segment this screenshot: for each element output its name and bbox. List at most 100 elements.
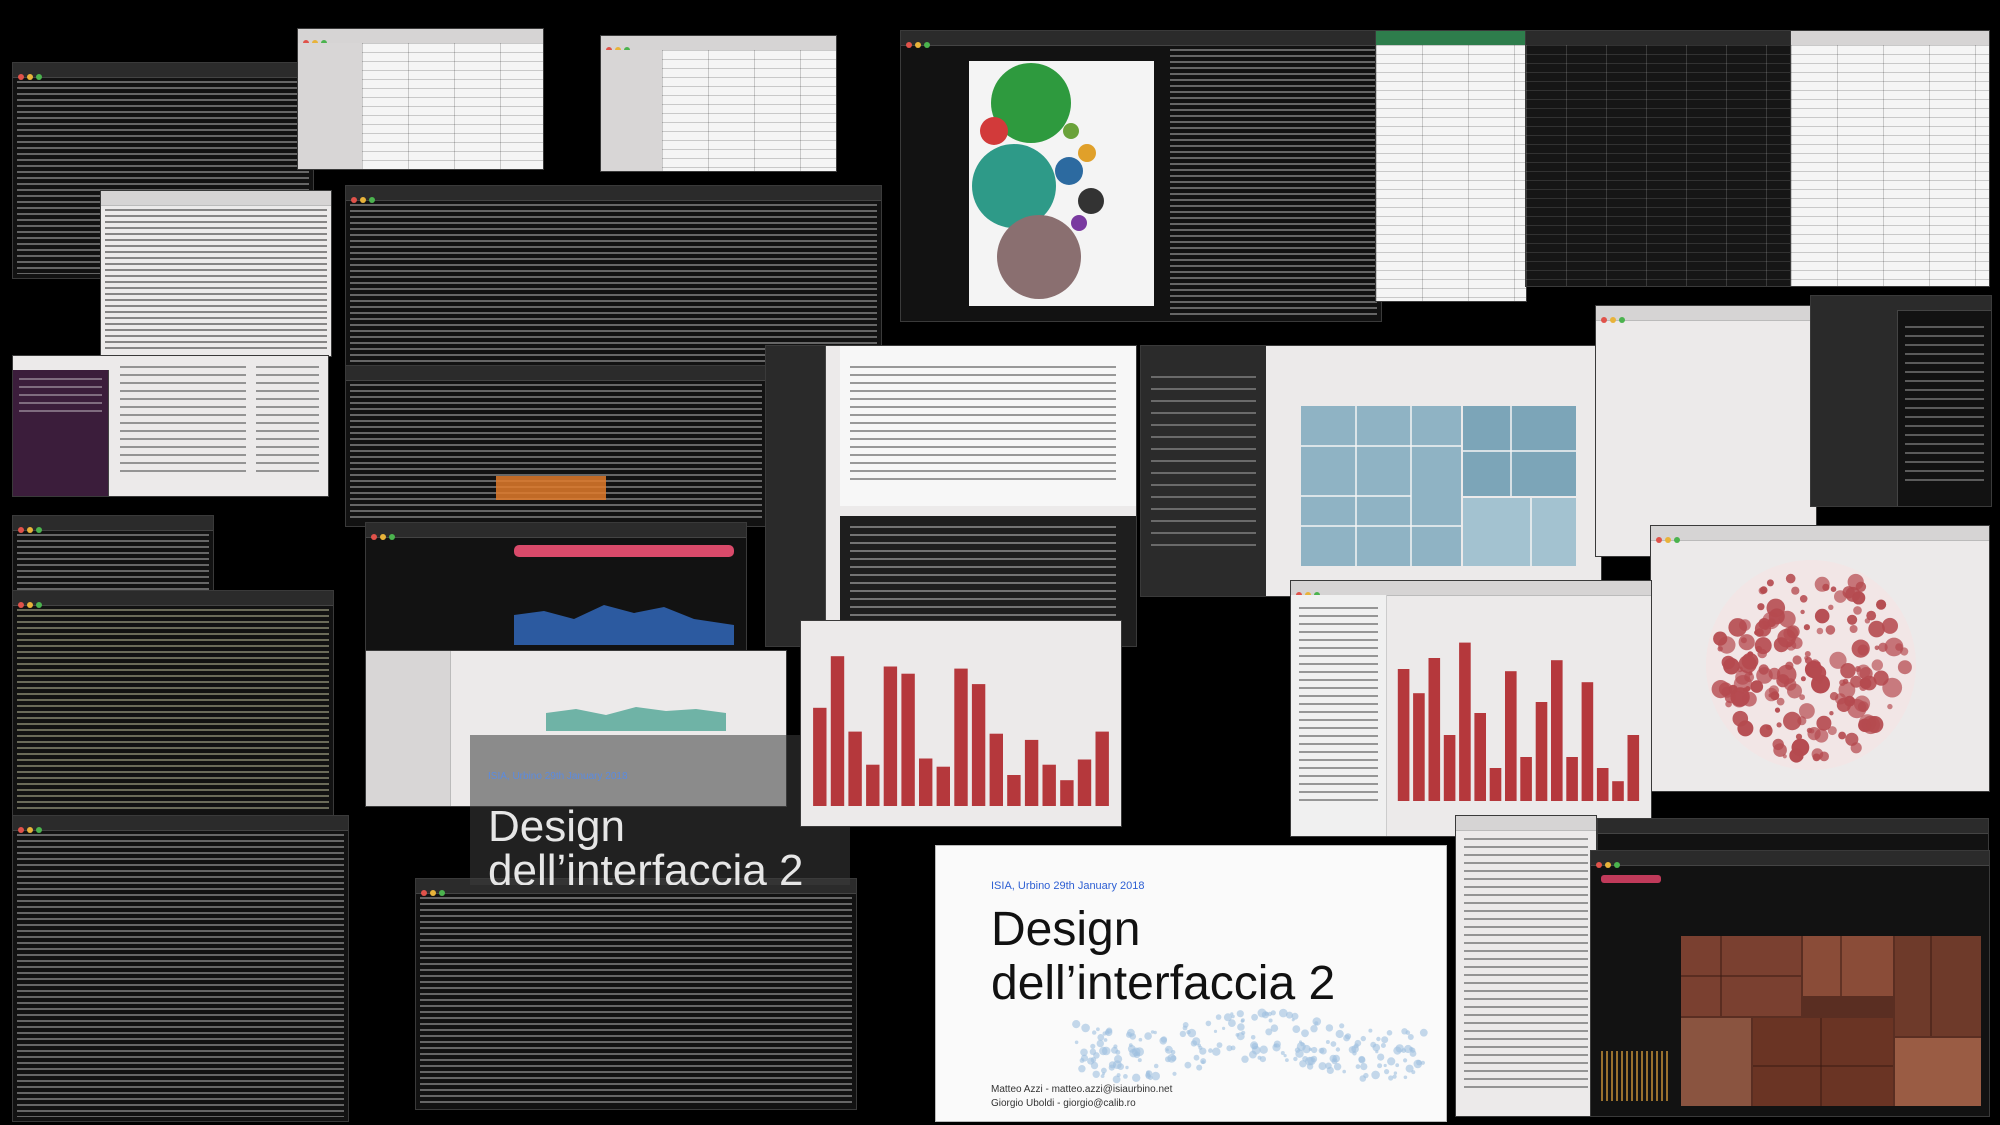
mini-bars: [1601, 1051, 1671, 1101]
title-bar[interactable]: [346, 186, 881, 203]
scatter-point: [1401, 1028, 1408, 1035]
rawgraphs-dimensions-window[interactable]: [1455, 815, 1597, 1117]
spreadsheet-grid[interactable]: [1791, 45, 1989, 286]
title-bar[interactable]: [1456, 816, 1596, 831]
scatter-point: [1393, 1071, 1398, 1075]
title-bar[interactable]: [1598, 819, 1988, 834]
title-bar[interactable]: [1791, 31, 1989, 46]
title-bar[interactable]: [13, 63, 313, 80]
terminal-window-bottom-left-3[interactable]: [12, 815, 349, 1122]
terminal-window-bottom-center[interactable]: [415, 878, 857, 1110]
bar-chart-window-center[interactable]: [800, 620, 1122, 827]
bubble: [1764, 687, 1779, 702]
title-bar[interactable]: [13, 516, 213, 533]
settings-panel[interactable]: [1141, 346, 1266, 596]
window-controls-icon[interactable]: [1601, 310, 1628, 328]
chart-app-window-dark[interactable]: [365, 522, 747, 654]
window-controls-icon[interactable]: [906, 35, 933, 53]
title-bar[interactable]: [601, 36, 836, 53]
slack-window-left[interactable]: [12, 355, 329, 497]
file-list[interactable]: [662, 50, 836, 171]
settings-sidebar[interactable]: [1811, 310, 1899, 506]
spreadsheet-window-dark[interactable]: [1525, 30, 1792, 287]
area-chart-blue: [514, 605, 734, 645]
title-bar[interactable]: [13, 591, 333, 608]
title-bar[interactable]: [13, 816, 348, 833]
title-bar[interactable]: [366, 523, 746, 540]
title-bar[interactable]: [1651, 526, 1989, 543]
title-bar[interactable]: [1291, 581, 1651, 598]
bar: [1551, 660, 1563, 801]
bubble-chart-window[interactable]: [900, 30, 1382, 322]
title-bar[interactable]: [1376, 31, 1526, 46]
dimension-list[interactable]: [1464, 838, 1588, 1088]
bubble: [1774, 707, 1781, 713]
scatter-point: [1160, 1036, 1168, 1043]
finder-window-top[interactable]: [297, 28, 544, 170]
terminal-window-mid[interactable]: [345, 185, 882, 372]
scatter-point: [1196, 1064, 1203, 1071]
title-bar[interactable]: [1526, 31, 1791, 46]
bubble: [1756, 667, 1773, 684]
scatter-point: [1314, 1021, 1319, 1026]
scatter-point: [1125, 1065, 1129, 1070]
file-list[interactable]: [361, 43, 543, 169]
scatter-point: [1150, 1030, 1155, 1034]
bar: [1566, 757, 1578, 801]
bubble: [1731, 691, 1748, 708]
terminal-window-bottom-left-2[interactable]: [12, 590, 334, 817]
scatter-point: [1089, 1048, 1097, 1055]
area-chart-teal: [546, 707, 726, 731]
rawgraphs-treemap-window[interactable]: [1140, 345, 1602, 597]
bubble-canvas: [969, 61, 1154, 306]
ghost-slide-title-2: dell’interfaccia 2: [488, 846, 804, 885]
customize-panel[interactable]: [1291, 595, 1387, 836]
spreadsheet-window-right[interactable]: [1790, 30, 1990, 287]
bubble: [1814, 576, 1830, 592]
layers-sidebar[interactable]: [366, 651, 451, 806]
title-bar[interactable]: [101, 191, 331, 206]
bar: [1060, 780, 1074, 806]
slack-window-center[interactable]: [765, 345, 1137, 647]
bar: [848, 731, 862, 806]
browser-window-blank[interactable]: [1595, 305, 1817, 557]
title-bar[interactable]: [346, 366, 766, 381]
title-bar[interactable]: [1591, 851, 1989, 868]
window-controls-icon[interactable]: [1596, 855, 1623, 873]
bubble: [1762, 611, 1780, 630]
bubble: [1783, 711, 1802, 731]
bubble: [1789, 748, 1804, 763]
spreadsheet-window[interactable]: [1375, 30, 1527, 302]
title-bar[interactable]: [1811, 296, 1991, 311]
slack-sidebar[interactable]: [13, 370, 109, 496]
finder-window-top-center[interactable]: [600, 35, 837, 172]
text-document-window[interactable]: [100, 190, 332, 357]
spreadsheet-grid-dark[interactable]: [1526, 45, 1791, 286]
bubble: [1804, 651, 1811, 657]
channel-list: [255, 366, 319, 476]
rawgraphs-settings-dark[interactable]: [1810, 295, 1992, 507]
spreadsheet-grid[interactable]: [1376, 45, 1526, 301]
scatter-point: [1235, 1033, 1240, 1037]
presentation-slide[interactable]: ISIA, Urbino 29th January 2018 Design de…: [935, 845, 1447, 1122]
scatter-point: [1259, 1045, 1268, 1054]
window-controls-icon[interactable]: [371, 527, 398, 545]
scatter-point: [1079, 1058, 1085, 1063]
scatter-point: [1279, 1008, 1288, 1018]
bar: [1474, 713, 1486, 801]
rawgraphs-treemap-dark[interactable]: [1590, 850, 1990, 1117]
slack-sidebar[interactable]: [766, 346, 827, 646]
terminal-window-center[interactable]: [345, 365, 767, 527]
bubble: [1836, 697, 1851, 712]
bar: [901, 673, 915, 806]
bubble: [1849, 625, 1858, 633]
title-bar[interactable]: [1596, 306, 1816, 323]
highlight-tab[interactable]: [1601, 875, 1661, 883]
rawgraphs-bar-window[interactable]: [1290, 580, 1652, 837]
title-bar[interactable]: [298, 29, 543, 46]
circle-packing-window[interactable]: [1650, 525, 1990, 792]
scatter-point: [1212, 1047, 1221, 1056]
title-bar[interactable]: [901, 31, 1381, 48]
terminal-window-bottom-left-1[interactable]: [12, 515, 214, 597]
scatter-point: [1384, 1069, 1390, 1075]
